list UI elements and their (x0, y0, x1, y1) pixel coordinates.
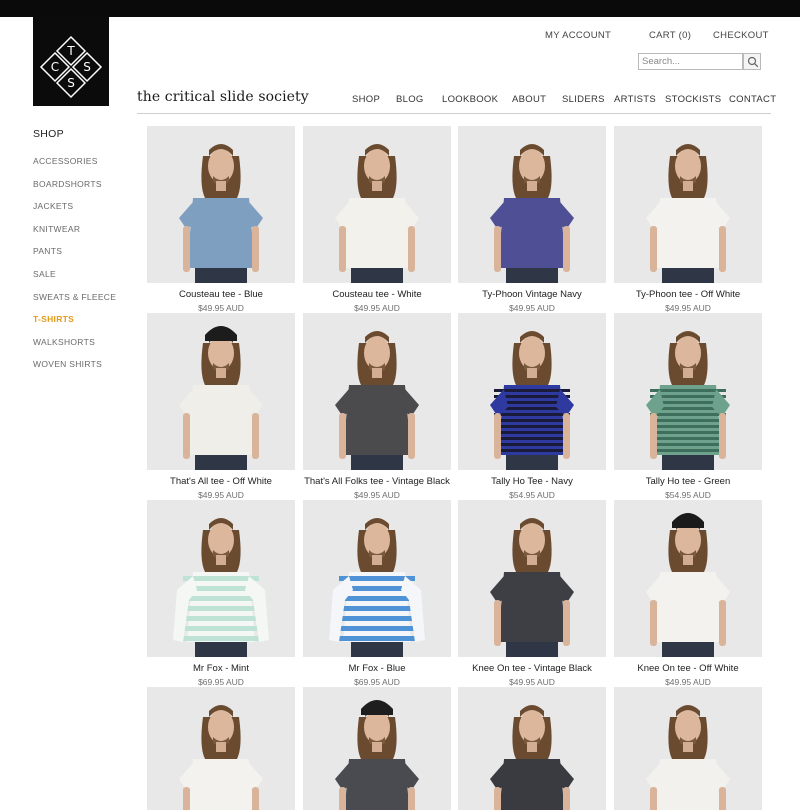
product-image[interactable] (147, 500, 295, 657)
sidebar-item-jackets[interactable]: JACKETS (33, 201, 73, 211)
product-image[interactable] (614, 500, 762, 657)
product-name[interactable]: Cousteau tee - White (303, 289, 451, 300)
sidebar-item-pants[interactable]: PANTS (33, 246, 62, 256)
product-price: $69.95 AUD (198, 677, 244, 687)
nav-about[interactable]: ABOUT (512, 94, 546, 105)
nav-stockists[interactable]: STOCKISTS (665, 94, 721, 105)
site-logo[interactable]: T C S S (33, 17, 109, 106)
product-card[interactable]: That's All tee - Off White $49.95 AUD (147, 313, 295, 500)
product-card[interactable]: Cousteau tee - Blue $49.95 AUD (147, 126, 295, 313)
product-image[interactable] (458, 126, 606, 283)
product-price: $49.95 AUD (198, 303, 244, 313)
product-image[interactable] (303, 687, 451, 810)
sidebar-item-walkshorts[interactable]: WALKSHORTS (33, 337, 95, 347)
product-name[interactable]: That's All Folks tee - Vintage Black (303, 476, 451, 487)
nav-artists[interactable]: ARTISTS (614, 94, 656, 105)
product-name[interactable]: That's All tee - Off White (147, 476, 295, 487)
product-card[interactable] (147, 687, 295, 810)
product-price: $69.95 AUD (354, 677, 400, 687)
product-name[interactable]: Mr Fox - Blue (303, 663, 451, 674)
sidebar-item-woven-shirts[interactable]: WOVEN SHIRTS (33, 359, 102, 369)
product-card[interactable]: Cousteau tee - White $49.95 AUD (303, 126, 451, 313)
top-bar (0, 0, 800, 17)
product-card[interactable]: Tally Ho Tee - Navy $54.95 AUD (458, 313, 606, 500)
product-name[interactable]: Tally Ho tee - Green (614, 476, 762, 487)
product-card[interactable]: That's All Folks tee - Vintage Black $49.… (303, 313, 451, 500)
svg-text:C: C (51, 60, 59, 74)
product-image[interactable] (458, 313, 606, 470)
header-divider (137, 113, 771, 114)
product-name[interactable]: Knee On tee - Off White (614, 663, 762, 674)
product-image[interactable] (614, 313, 762, 470)
product-name[interactable]: Mr Fox - Mint (147, 663, 295, 674)
product-card[interactable]: Mr Fox - Blue $69.95 AUD (303, 500, 451, 687)
product-image[interactable] (303, 313, 451, 470)
product-name[interactable]: Ty-Phoon tee - Off White (614, 289, 762, 300)
brand-name[interactable]: the critical slide society (137, 89, 309, 105)
sidebar-item-boardshorts[interactable]: BOARDSHORTS (33, 179, 102, 189)
logo-diamond-icon: T C S S (39, 35, 103, 99)
cart-link[interactable]: CART (0) (649, 30, 691, 41)
product-price: $49.95 AUD (665, 677, 711, 687)
svg-text:T: T (66, 44, 75, 58)
product-name[interactable]: Ty-Phoon Vintage Navy (458, 289, 606, 300)
product-price: $54.95 AUD (665, 490, 711, 500)
nav-lookbook[interactable]: LOOKBOOK (442, 94, 498, 105)
product-image[interactable] (614, 687, 762, 810)
product-name[interactable]: Cousteau tee - Blue (147, 289, 295, 300)
product-card[interactable] (458, 687, 606, 810)
product-image[interactable] (147, 313, 295, 470)
sidebar-item-knitwear[interactable]: KNITWEAR (33, 224, 80, 234)
sidebar-item-accessories[interactable]: ACCESSORIES (33, 156, 98, 166)
product-image[interactable] (458, 500, 606, 657)
product-price: $49.95 AUD (509, 303, 555, 313)
product-card[interactable]: Knee On tee - Off White $49.95 AUD (614, 500, 762, 687)
sidebar-title: SHOP (33, 128, 64, 140)
search-icon (747, 56, 759, 68)
product-card[interactable]: Ty-Phoon Vintage Navy $49.95 AUD (458, 126, 606, 313)
nav-shop[interactable]: SHOP (352, 94, 380, 105)
sidebar-item-sweats-fleece[interactable]: SWEATS & FLEECE (33, 292, 116, 302)
sidebar-item-sale[interactable]: SALE (33, 269, 56, 279)
product-image[interactable] (303, 126, 451, 283)
product-price: $49.95 AUD (509, 677, 555, 687)
my-account-link[interactable]: MY ACCOUNT (545, 30, 611, 41)
product-image[interactable] (614, 126, 762, 283)
product-image[interactable] (147, 126, 295, 283)
search-input[interactable] (638, 53, 743, 70)
product-price: $49.95 AUD (665, 303, 711, 313)
nav-contact[interactable]: CONTACT (729, 94, 776, 105)
product-price: $49.95 AUD (354, 303, 400, 313)
svg-text:S: S (67, 76, 75, 90)
product-name[interactable]: Tally Ho Tee - Navy (458, 476, 606, 487)
checkout-link[interactable]: CHECKOUT (713, 30, 769, 41)
product-name[interactable]: Knee On tee - Vintage Black (458, 663, 606, 674)
product-card[interactable]: Ty-Phoon tee - Off White $49.95 AUD (614, 126, 762, 313)
product-card[interactable] (614, 687, 762, 810)
product-card[interactable]: Mr Fox - Mint $69.95 AUD (147, 500, 295, 687)
product-card[interactable]: Tally Ho tee - Green $54.95 AUD (614, 313, 762, 500)
nav-sliders[interactable]: SLIDERS (562, 94, 605, 105)
nav-blog[interactable]: BLOG (396, 94, 424, 105)
product-price: $49.95 AUD (198, 490, 244, 500)
svg-text:S: S (83, 60, 91, 74)
product-image[interactable] (303, 500, 451, 657)
product-price: $49.95 AUD (354, 490, 400, 500)
product-image[interactable] (147, 687, 295, 810)
product-price: $54.95 AUD (509, 490, 555, 500)
product-card[interactable]: Knee On tee - Vintage Black $49.95 AUD (458, 500, 606, 687)
product-card[interactable] (303, 687, 451, 810)
product-image[interactable] (458, 687, 606, 810)
sidebar-item-t-shirts[interactable]: T-SHIRTS (33, 314, 74, 324)
search-button[interactable] (743, 53, 761, 70)
